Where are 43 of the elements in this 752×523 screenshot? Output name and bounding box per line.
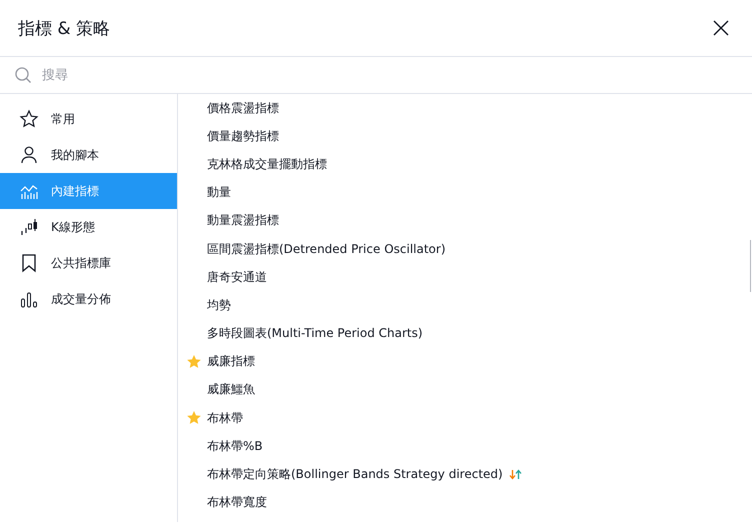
indicator-label: 克林格成交量擺動指標: [207, 156, 327, 173]
indicator-item[interactable]: 均勢: [178, 291, 752, 320]
indicator-item[interactable]: 動量震盪指標: [178, 206, 752, 235]
indicator-item[interactable]: 威廉鱷魚: [178, 376, 752, 404]
indicator-label: 布林帶寬度: [207, 494, 267, 512]
indicator-item[interactable]: 唐奇安通道: [178, 263, 752, 292]
indicator-label: 價格震盪指標: [207, 100, 279, 117]
star-icon[interactable]: [186, 354, 202, 370]
star-icon[interactable]: [186, 410, 202, 426]
indicator-label: 動量震盪指標: [207, 212, 279, 230]
candles-icon: [19, 217, 39, 237]
indicator-item[interactable]: 動量: [178, 178, 752, 207]
sidebar-item[interactable]: 成交量分佈: [0, 281, 177, 317]
indicator-label: 區間震盪指標(Detrended Price Oscillator): [207, 240, 446, 258]
window-title: 指標 & 策略: [18, 18, 110, 40]
sidebar-item[interactable]: 常用: [0, 101, 177, 137]
indicator-item[interactable]: 克林格成交量擺動指標: [178, 150, 752, 179]
indicator-label: 布林帶定向策略(Bollinger Bands Strategy directed): [207, 466, 503, 484]
indicator-item[interactable]: 威廉指標: [178, 348, 752, 376]
indicator-item[interactable]: 多時段圖表(Multi-Time Period Charts): [178, 320, 752, 348]
star-icon: [19, 109, 39, 129]
indicator-label: 價量趨勢指標: [207, 128, 279, 145]
indicator-label: 威廉指標: [207, 353, 255, 370]
indicator-label: 多時段圖表(Multi-Time Period Charts): [207, 325, 423, 342]
indicator-label: 唐奇安通道: [207, 268, 267, 286]
indicator-item[interactable]: 布林帶寬度: [178, 488, 752, 517]
sidebar-item[interactable]: 公共指標庫: [0, 245, 177, 281]
indicator-item[interactable]: 區間震盪指標(Detrended Price Oscillator): [178, 234, 752, 264]
indicator-label: 威廉鱷魚: [207, 381, 255, 398]
indicator-item[interactable]: 價格震盪指標: [178, 94, 752, 122]
indicator-label: 均勢: [207, 296, 231, 314]
indicator-label: 布林帶: [207, 410, 243, 427]
user-icon: [19, 145, 39, 165]
indicator-item[interactable]: 布林帶%B: [178, 432, 752, 460]
search-field[interactable]: 搜尋: [40, 66, 738, 84]
indicator-item[interactable]: 價量趨勢指標: [178, 122, 752, 150]
indicator-item[interactable]: 布林帶: [178, 404, 752, 432]
sidebar-item[interactable]: K線形態: [0, 209, 177, 245]
indicator-label: 動量: [207, 184, 231, 202]
indicator-item[interactable]: 布林帶定向策略(Bollinger Bands Strategy directed): [178, 460, 752, 489]
search-icon: [14, 66, 32, 84]
sidebar-item[interactable]: 我的腳本: [0, 137, 177, 173]
indicator-label: 布林帶%B: [207, 438, 263, 455]
